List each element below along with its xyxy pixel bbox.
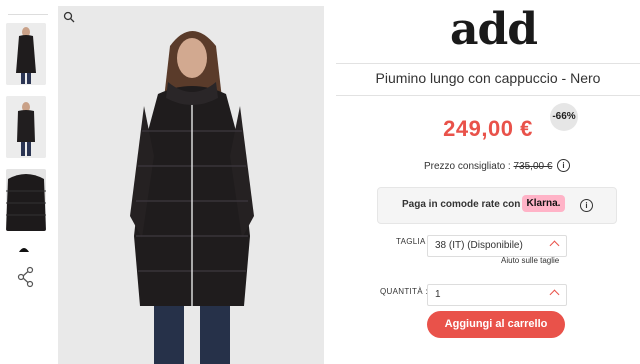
klarna-logo: Klarna. [522,195,565,212]
product-main-image[interactable] [58,6,324,364]
info-icon[interactable]: i [557,159,570,172]
divider [336,95,640,96]
quantity-label: QUANTITÀ : [380,287,428,296]
rrp-value: 735,00 € [513,161,553,172]
size-value: 38 (IT) (Disponibile) [435,240,523,251]
product-photo [58,6,324,364]
thumbnail-3[interactable] [6,169,46,231]
chevron-up-icon [549,240,560,251]
rrp-label: Prezzo consigliato : [424,161,511,172]
more-thumbnails-icon[interactable] [17,244,31,254]
product-price: 249,00 € [443,116,533,141]
quantity-select[interactable]: 1 [427,284,567,306]
product-title: Piumino lungo con cappuccio - Nero [375,70,601,86]
size-guide-link[interactable]: Aiuto sulle taglie [501,256,559,265]
divider [336,63,640,64]
thumbnail-2[interactable] [6,96,46,158]
size-label: TAGLIA : [396,237,431,246]
thumbnail-1[interactable] [6,23,46,85]
zoom-icon[interactable] [63,11,75,23]
chevron-up-icon [549,289,560,300]
klarna-banner: Paga in comode rate con Klarna. i [377,187,617,224]
divider [8,14,48,15]
quantity-value: 1 [435,289,441,300]
recommended-price: Prezzo consigliato : 735,00 € [424,161,552,172]
thumbnail-column [0,0,50,364]
share-icon[interactable] [16,266,36,288]
size-select[interactable]: 38 (IT) (Disponibile) [427,235,567,257]
info-icon[interactable]: i [580,199,593,212]
add-to-cart-button[interactable]: Aggiungi al carrello [427,311,565,338]
klarna-text: Paga in comode rate con [402,199,521,210]
discount-badge: -66% [550,103,578,131]
brand-logo[interactable]: add [450,2,538,58]
